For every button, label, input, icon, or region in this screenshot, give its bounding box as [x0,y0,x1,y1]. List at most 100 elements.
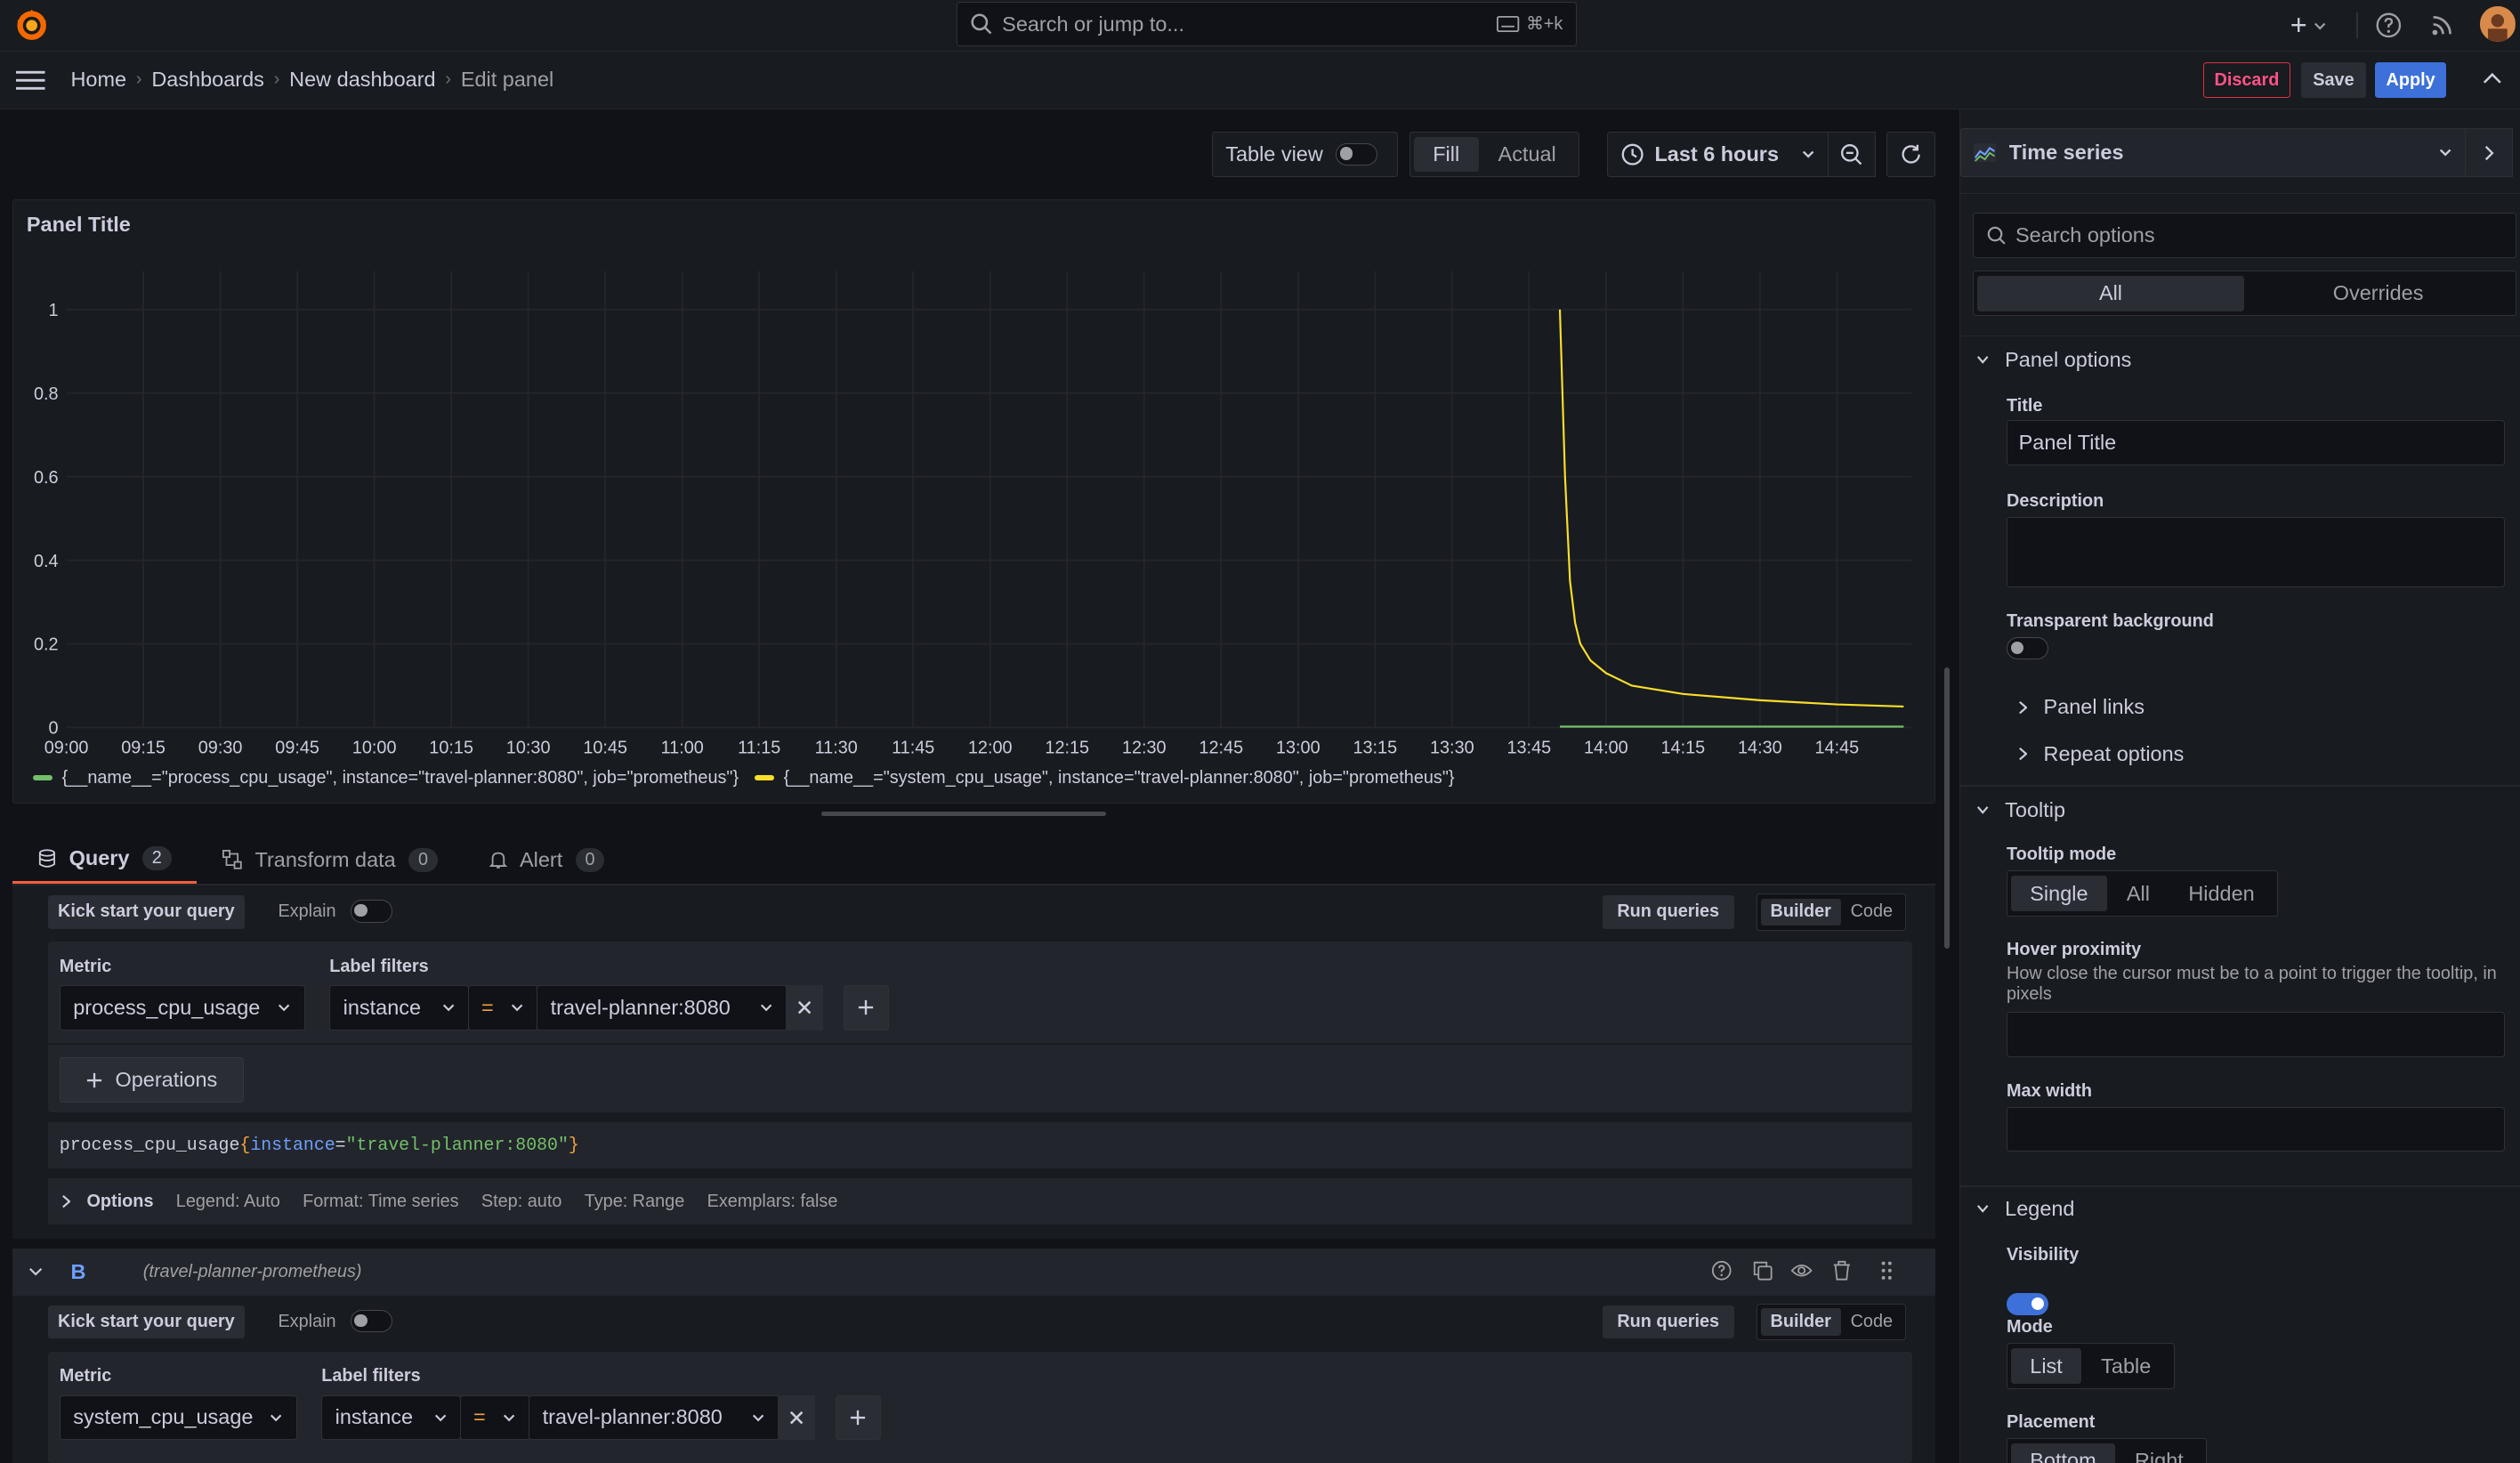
run-queries-button[interactable]: Run queries [1602,894,1734,929]
query-letter[interactable]: B [70,1260,85,1284]
x-tick-label: 11:00 [661,738,704,757]
run-queries-button[interactable]: Run queries [1602,1305,1734,1339]
placement-bottom-option[interactable]: Bottom [2010,1443,2116,1463]
query-tabs: Query 2 Transform data 0 Alert 0 [12,836,630,885]
chevron-down-icon[interactable] [28,1266,43,1278]
time-series-chart[interactable]: 1 0.8 0.6 0.4 0.2 009:00 09:15 09:30 09:45 10:00 1… [13,200,1935,804]
search-shortcut: ⌘+k [1525,14,1563,35]
remove-filter-button[interactable] [786,985,823,1031]
kick-start-button[interactable]: Kick start your query [48,1305,245,1339]
time-range-picker[interactable]: Last 6 hours [1607,132,1829,177]
menu-icon[interactable] [16,69,45,92]
filter-operator-select[interactable]: = [459,1394,530,1441]
mode-table-option[interactable]: Table [2081,1348,2169,1384]
visualization-picker[interactable]: Time series [1959,128,2467,177]
chevron-down-icon [502,1410,516,1425]
max-width-input[interactable] [2007,1106,2505,1152]
visibility-switch[interactable] [2007,1293,2048,1316]
filter-operator-value: = [481,995,494,1019]
tab-query[interactable]: Query 2 [12,836,198,885]
explain-switch[interactable] [350,1309,392,1333]
search-options-placeholder: Search options [2015,223,2155,247]
operations-button[interactable]: Operations [59,1057,245,1103]
actual-option[interactable]: Actual [1479,137,1576,173]
explain-switch[interactable] [350,900,392,923]
chevron-down-icon [2314,20,2326,32]
search-bar[interactable]: Search or jump to... ⌘+k [956,1,1577,47]
refresh-button[interactable] [1886,132,1935,177]
collapse-options-button[interactable] [2464,128,2513,177]
resize-handle[interactable] [820,812,1106,817]
new-menu-button[interactable]: + [2290,9,2327,42]
metric-select[interactable]: system_cpu_usage [59,1394,298,1441]
discard-button[interactable]: Discard [2203,62,2290,99]
add-filter-button[interactable] [836,1394,881,1441]
mode-list-option[interactable]: List [2010,1348,2082,1385]
zoom-out-button[interactable] [1827,132,1876,177]
avatar[interactable] [2479,6,2516,42]
add-filter-button[interactable] [844,985,889,1031]
tab-alert[interactable]: Alert 0 [464,836,630,884]
filter-key-select[interactable]: instance [321,1394,462,1441]
drag-handle-icon[interactable] [1880,1260,1893,1281]
chevron-up-icon[interactable] [2483,72,2502,85]
eye-icon[interactable] [1790,1260,1813,1281]
query-options[interactable]: Options Legend: Auto Format: Time series… [48,1177,1913,1225]
search-options-input[interactable]: Search options [1973,213,2516,258]
tab-all[interactable]: All [1976,275,2245,311]
filter-operator-select[interactable]: = [467,985,538,1031]
vertical-resize-handle[interactable] [1944,667,1950,949]
apply-button[interactable]: Apply [2375,62,2446,99]
legend-header[interactable]: Legend [1976,1197,2074,1221]
grafana-logo-icon[interactable] [12,6,51,44]
table-view-toggle[interactable]: Table view [1211,132,1399,177]
tab-label: Transform data [254,847,396,871]
filter-value-select[interactable]: travel-planner:8080 [529,1394,779,1441]
remove-filter-button[interactable] [778,1394,815,1441]
x-tick-label: 09:45 [276,738,320,757]
placement-right-option[interactable]: Right [2115,1443,2202,1463]
kick-start-button[interactable]: Kick start your query [48,894,245,929]
transparent-switch[interactable] [2007,637,2048,660]
help-icon[interactable] [1711,1260,1732,1281]
panel-options-header[interactable]: Panel options [1976,348,2131,372]
save-button[interactable]: Save [2301,62,2366,99]
mode-all-option[interactable]: All [2107,876,2169,911]
description-textarea[interactable] [2007,516,2505,588]
panel-links-header[interactable]: Panel links [2018,695,2144,719]
title-input[interactable]: Panel Title [2007,420,2505,465]
tooltip-header[interactable]: Tooltip [1976,798,2065,822]
builder-option[interactable]: Builder [1760,898,1841,926]
trash-icon[interactable] [1832,1260,1852,1281]
table-view-switch[interactable] [1336,142,1378,166]
help-icon[interactable] [2375,12,2403,39]
code-option[interactable]: Code [1841,1308,1902,1335]
breadcrumb-home[interactable]: Home [70,68,126,92]
hover-proximity-input[interactable] [2007,1012,2505,1057]
breadcrumb-new-dashboard[interactable]: New dashboard [289,68,435,92]
rss-news-icon[interactable] [2430,12,2456,37]
repeat-options-header[interactable]: Repeat options [2018,742,2184,766]
legend-item-system[interactable]: {__name__="system_cpu_usage", instance="… [755,768,1455,788]
builder-option[interactable]: Builder [1760,1308,1841,1336]
filter-value-select[interactable]: travel-planner:8080 [537,985,788,1031]
code-option[interactable]: Code [1841,899,1902,925]
filter-key-select[interactable]: instance [329,985,470,1031]
mode-single-option[interactable]: Single [2010,876,2108,912]
bell-icon [489,850,507,869]
mode-hidden-option[interactable]: Hidden [2169,876,2274,911]
filter-value: travel-planner:8080 [550,995,731,1019]
metric-select[interactable]: process_cpu_usage [59,985,306,1031]
legend-item-process[interactable]: {__name__="process_cpu_usage", instance=… [33,768,739,788]
search-icon [1987,226,2007,246]
legend-label: {__name__="process_cpu_usage", instance=… [61,767,739,788]
tab-transform-data[interactable]: Transform data 0 [197,836,463,884]
copy-icon[interactable] [1752,1260,1773,1281]
builder-code-switch: Builder Code [1757,1303,1907,1341]
breadcrumb-dashboards[interactable]: Dashboards [151,68,264,92]
x-tick-label: 14:15 [1661,738,1706,757]
fill-option[interactable]: Fill [1413,136,1479,173]
tab-overrides[interactable]: Overrides [2244,276,2512,311]
title-label: Title [2007,396,2043,416]
y-tick-label: 0 [49,719,59,739]
